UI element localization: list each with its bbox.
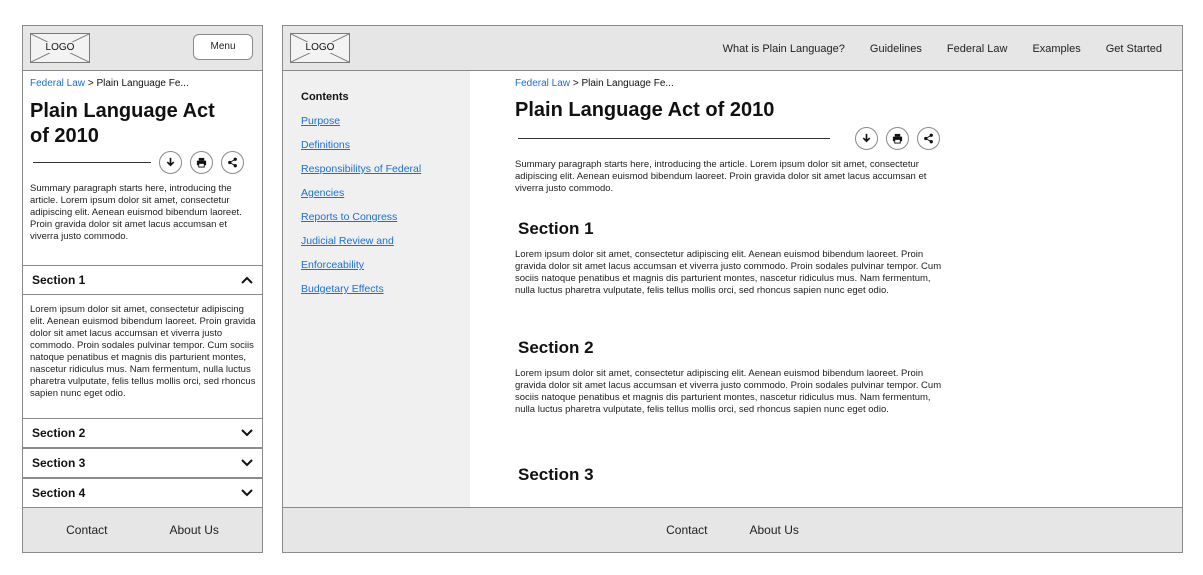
toc-link-purpose[interactable]: Purpose (301, 115, 340, 127)
toc-link-definitions[interactable]: Definitions (301, 139, 350, 151)
download-icon (166, 157, 175, 167)
share-icon (228, 157, 237, 168)
contents-title: Contents (301, 91, 349, 103)
toc-link-reports-to-congress[interactable]: Reports to Congress (301, 211, 397, 223)
toc-link-agencies[interactable]: Agencies (301, 187, 344, 199)
breadcrumb-current: Plain Language Fe... (96, 78, 189, 89)
chevron-down-icon (241, 489, 253, 497)
breadcrumb: Federal Law > Plain Language Fe... (515, 78, 674, 89)
share-icon (924, 133, 933, 144)
menu-button[interactable]: Menu (193, 34, 253, 60)
download-icon (862, 133, 871, 143)
nav-item-examples[interactable]: Examples (1032, 43, 1080, 55)
breadcrumb-separator: > (87, 78, 94, 89)
table-of-contents: Purpose Definitions Responsibilitys of F… (301, 115, 421, 307)
section-3-heading: Section 3 (518, 465, 594, 484)
print-icon (196, 157, 207, 168)
mobile-footer: Contact About Us (23, 507, 262, 552)
logo-text: LOGO (43, 42, 77, 53)
toc-item: Budgetary Effects (301, 283, 421, 307)
share-button[interactable] (917, 127, 940, 150)
section-2-heading: Section 2 (518, 338, 594, 357)
mobile-wireframe: LOGO Menu Federal Law > Plain Language F… (22, 25, 263, 553)
article-toolbar (518, 127, 940, 150)
section-1-heading: Section 1 (518, 219, 594, 238)
mobile-header: LOGO Menu (23, 26, 262, 71)
desktop-footer: Contact About Us (283, 507, 1182, 552)
chevron-down-icon (241, 459, 253, 467)
divider (518, 138, 830, 139)
toc-link-budgetary-effects[interactable]: Budgetary Effects (301, 283, 384, 295)
print-button[interactable] (190, 151, 213, 174)
footer-link-about[interactable]: About Us (750, 523, 799, 537)
page-title: Plain Language Act of 2010 (515, 99, 775, 121)
footer-link-contact[interactable]: Contact (66, 523, 107, 537)
accordion-label: Section 2 (32, 426, 86, 440)
print-button[interactable] (886, 127, 909, 150)
accordion-label: Section 4 (32, 486, 86, 500)
toc-item: Responsibilitys of Federal (301, 163, 421, 187)
breadcrumb-link-federal-law[interactable]: Federal Law (515, 78, 570, 89)
toc-item: Reports to Congress (301, 211, 421, 235)
desktop-wireframe: LOGO What is Plain Language? Guidelines … (282, 25, 1183, 553)
contents-sidebar: Contents Purpose Definitions Responsibil… (283, 71, 470, 509)
accordion-section-3[interactable]: Section 3 (23, 448, 262, 478)
toc-item: Purpose (301, 115, 421, 139)
toc-link-enforceability[interactable]: Enforceability (301, 259, 364, 271)
print-icon (892, 133, 903, 144)
accordion-section-1[interactable]: Section 1 (23, 265, 262, 295)
share-button[interactable] (221, 151, 244, 174)
toc-link-judicial-review[interactable]: Judicial Review and (301, 235, 394, 247)
toc-item: Judicial Review and (301, 235, 421, 259)
download-button[interactable] (855, 127, 878, 150)
breadcrumb-separator: > (572, 78, 579, 89)
chevron-up-icon (241, 276, 253, 284)
download-button[interactable] (159, 151, 182, 174)
breadcrumb-link-federal-law[interactable]: Federal Law (30, 78, 85, 89)
article-summary: Summary paragraph starts here, introduci… (515, 159, 927, 194)
footer-link-contact[interactable]: Contact (666, 523, 707, 537)
page-title: Plain Language Act of 2010 (30, 100, 215, 147)
logo[interactable]: LOGO (290, 33, 350, 63)
toc-item: Enforceability (301, 259, 421, 283)
nav-item-federal-law[interactable]: Federal Law (947, 43, 1008, 55)
accordion-section-2[interactable]: Section 2 (23, 418, 262, 448)
nav-item-get-started[interactable]: Get Started (1106, 43, 1162, 55)
toc-link-responsibilities[interactable]: Responsibilitys of Federal (301, 163, 421, 175)
accordion-section-1-content: Lorem ipsum dolor sit amet, consectetur … (30, 304, 256, 399)
toc-item: Agencies (301, 187, 421, 211)
logo-text: LOGO (303, 42, 337, 53)
article-toolbar (33, 151, 244, 174)
article-summary: Summary paragraph starts here, introduci… (30, 183, 242, 242)
breadcrumb-current: Plain Language Fe... (581, 78, 674, 89)
accordion-label: Section 3 (32, 456, 86, 470)
divider (33, 162, 151, 163)
desktop-header: LOGO What is Plain Language? Guidelines … (283, 26, 1182, 71)
breadcrumb: Federal Law > Plain Language Fe... (30, 78, 189, 89)
chevron-down-icon (241, 429, 253, 437)
section-1-text: Lorem ipsum dolor sit amet, consectetur … (515, 249, 942, 296)
accordion-section-4[interactable]: Section 4 (23, 478, 262, 508)
section-2-text: Lorem ipsum dolor sit amet, consectetur … (515, 368, 942, 415)
main-nav: What is Plain Language? Guidelines Feder… (723, 26, 1162, 71)
logo[interactable]: LOGO (30, 33, 90, 63)
nav-item-what-is-plain-language[interactable]: What is Plain Language? (723, 43, 845, 55)
toc-item: Definitions (301, 139, 421, 163)
nav-item-guidelines[interactable]: Guidelines (870, 43, 922, 55)
accordion-label: Section 1 (32, 273, 86, 287)
footer-link-about[interactable]: About Us (170, 523, 219, 537)
